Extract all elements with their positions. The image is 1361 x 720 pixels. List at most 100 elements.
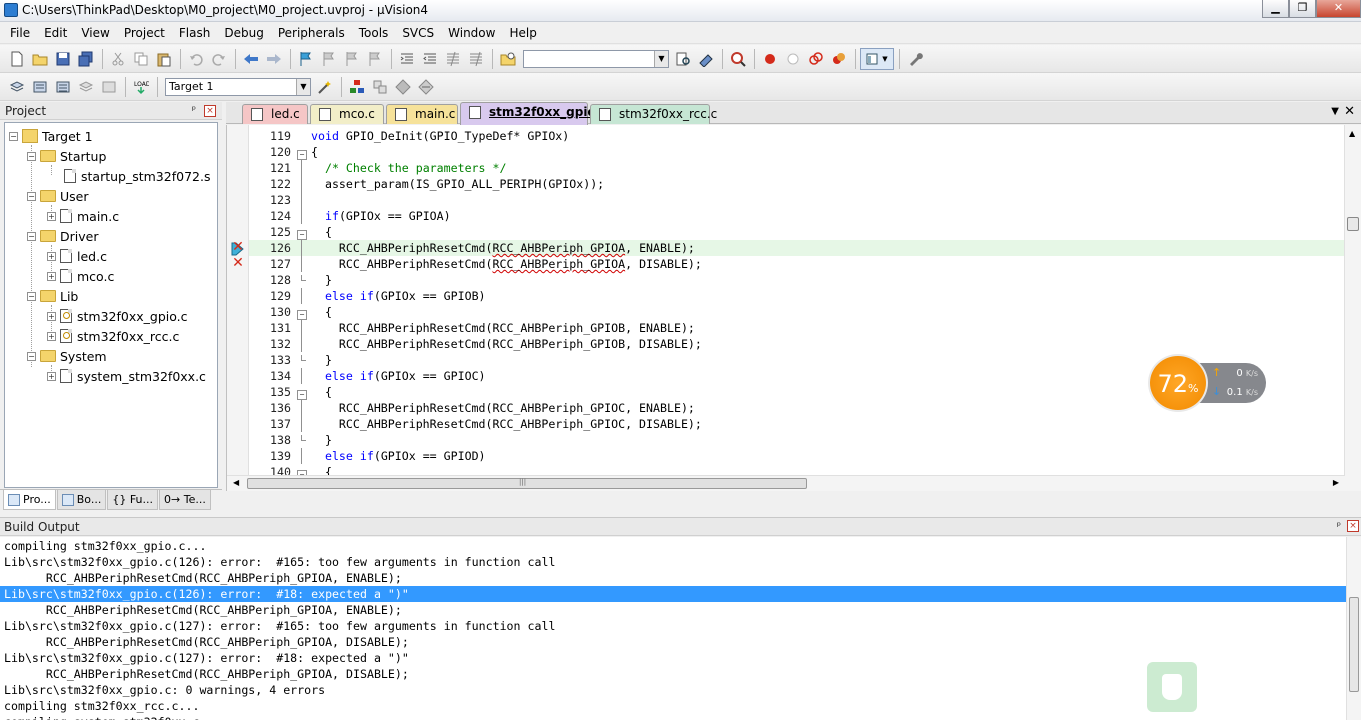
tree-group-user[interactable]: − User [27, 186, 89, 206]
fold-toggle-icon[interactable]: − [297, 310, 307, 320]
code-line[interactable]: 120−{ [249, 144, 1347, 160]
expand-icon[interactable]: + [47, 331, 56, 341]
undo-button[interactable] [185, 48, 207, 70]
menu-flash[interactable]: Flash [172, 23, 217, 43]
code-line[interactable]: 129 else if(GPIOx == GPIOB) [249, 288, 1347, 304]
usage-circle[interactable]: 72% [1148, 354, 1208, 412]
code-line[interactable]: 127 RCC_AHBPeriphResetCmd(RCC_AHBPeriph_… [249, 256, 1347, 272]
editor-horizontal-scrollbar[interactable]: ◀ ||| ▶ [227, 475, 1345, 491]
tab-stm32f0xx-gpio-c[interactable]: stm32f0xx_gpio.c [460, 102, 607, 125]
expand-icon[interactable]: + [47, 311, 56, 321]
tree-group-driver[interactable]: − Driver [27, 226, 98, 246]
tree-target[interactable]: − Target 1 [9, 126, 93, 146]
tab-functions[interactable]: {} Fu... [107, 490, 159, 510]
code-line[interactable]: 132 RCC_AHBPeriphResetCmd(RCC_AHBPeriph_… [249, 336, 1347, 352]
incremental-find-button[interactable] [672, 48, 694, 70]
tree-file-mco[interactable]: + mco.c [47, 266, 114, 286]
kill-all-breakpoints-button[interactable] [828, 48, 850, 70]
code-line[interactable]: 139 else if(GPIOx == GPIOD) [249, 448, 1347, 464]
collapse-icon[interactable]: − [27, 151, 36, 161]
tree-file-led[interactable]: + led.c [47, 246, 107, 266]
save-all-button[interactable] [75, 48, 97, 70]
network-speed-widget[interactable]: 72% ↑ 0 K/s ↓ 0.1 K/s [1148, 354, 1268, 412]
build-output-line[interactable]: Lib\src\stm32f0xx_gpio.c(127): error: #1… [0, 618, 1346, 634]
editor-vertical-scrollbar[interactable]: ▲ [1344, 125, 1361, 491]
close-icon[interactable]: × [1347, 520, 1359, 532]
code-line[interactable]: 128 } [249, 272, 1347, 288]
insert-breakpoint-button[interactable] [759, 48, 781, 70]
build-output-line[interactable]: Lib\src\stm32f0xx_gpio.c(126): error: #1… [0, 554, 1346, 570]
menu-help[interactable]: Help [502, 23, 543, 43]
close-window-button[interactable]: ✕ [1316, 0, 1361, 18]
scroll-up-icon[interactable]: ▲ [1349, 129, 1355, 138]
file-extensions-button[interactable] [369, 76, 391, 98]
tab-led-c[interactable]: led.c [242, 104, 308, 124]
close-tab-icon[interactable]: ✕ [1344, 104, 1355, 119]
build-output-line[interactable]: compiling stm32f0xx_gpio.c... [0, 538, 1346, 554]
tab-stm32f0xx-rcc-c[interactable]: stm32f0xx_rcc.c [590, 104, 717, 124]
navigate-back-button[interactable] [240, 48, 262, 70]
expand-icon[interactable]: + [47, 371, 56, 381]
tab-project[interactable]: Pro... [3, 490, 56, 510]
collapse-icon[interactable]: − [27, 351, 36, 361]
expand-icon[interactable]: + [47, 271, 56, 281]
find-replace-button[interactable] [695, 48, 717, 70]
expand-icon[interactable]: + [47, 251, 56, 261]
debug-session-button[interactable] [727, 48, 749, 70]
code-line[interactable]: 130− { [249, 304, 1347, 320]
build-output-scrollbar[interactable] [1346, 537, 1361, 720]
target-options-button[interactable] [314, 76, 336, 98]
find-in-files-button[interactable] [497, 48, 519, 70]
tree-file-main[interactable]: + main.c [47, 206, 119, 226]
rebuild-button[interactable] [52, 76, 74, 98]
scroll-thumb[interactable] [1349, 597, 1359, 692]
tab-templates[interactable]: 0→ Te... [159, 490, 211, 510]
code-line[interactable]: 138 } [249, 432, 1347, 448]
code-line[interactable]: 131 RCC_AHBPeriphResetCmd(RCC_AHBPeriph_… [249, 320, 1347, 336]
next-bookmark-button[interactable] [341, 48, 363, 70]
enable-breakpoint-button[interactable] [782, 48, 804, 70]
menu-file[interactable]: File [3, 23, 37, 43]
menu-edit[interactable]: Edit [37, 23, 74, 43]
paste-button[interactable] [153, 48, 175, 70]
redo-button[interactable] [208, 48, 230, 70]
build-output-line[interactable]: RCC_AHBPeriphResetCmd(RCC_AHBPeriph_GPIO… [0, 634, 1346, 650]
manage-components-button[interactable] [346, 76, 368, 98]
configure-button[interactable] [904, 48, 926, 70]
window-layout-button[interactable]: ▼ [860, 47, 894, 70]
tab-mco-c[interactable]: mco.c [310, 104, 384, 124]
minimize-button[interactable]: ▁ [1262, 0, 1289, 18]
chevron-down-icon[interactable]: ▼ [654, 50, 668, 67]
bookmark-button[interactable] [295, 48, 317, 70]
scroll-left-icon[interactable]: ◀ [233, 478, 239, 487]
select-packs-button[interactable] [392, 76, 414, 98]
collapse-icon[interactable]: − [27, 291, 36, 301]
maximize-button[interactable]: ❐ [1289, 0, 1316, 18]
pin-icon[interactable]: ᵖ [192, 102, 196, 120]
fold-toggle-icon[interactable]: − [297, 150, 307, 160]
code-line[interactable]: 137 RCC_AHBPeriphResetCmd(RCC_AHBPeriph_… [249, 416, 1347, 432]
scroll-thumb[interactable] [247, 478, 807, 489]
new-file-button[interactable] [6, 48, 28, 70]
scroll-right-icon[interactable]: ▶ [1333, 478, 1339, 487]
tree-file-system[interactable]: + system_stm32f0xx.c [47, 366, 206, 386]
stop-build-button[interactable] [98, 76, 120, 98]
build-output-line[interactable]: compiling system_stm32f0xx.c... [0, 714, 1346, 720]
save-button[interactable] [52, 48, 74, 70]
copy-button[interactable] [130, 48, 152, 70]
code-line[interactable]: 123 [249, 192, 1347, 208]
collapse-icon[interactable]: − [27, 231, 36, 241]
build-output-line[interactable]: RCC_AHBPeriphResetCmd(RCC_AHBPeriph_GPIO… [0, 602, 1346, 618]
unindent-button[interactable] [419, 48, 441, 70]
tree-file-gpio[interactable]: + stm32f0xx_gpio.c [47, 306, 188, 326]
tab-main-c[interactable]: main.c [386, 104, 458, 124]
comment-button[interactable] [442, 48, 464, 70]
tree-group-lib[interactable]: − Lib [27, 286, 78, 306]
menu-peripherals[interactable]: Peripherals [271, 23, 352, 43]
target-select[interactable]: Target 1 ▼ [165, 77, 311, 96]
build-output-line[interactable]: Lib\src\stm32f0xx_gpio.c(126): error: #1… [0, 586, 1346, 602]
collapse-icon[interactable]: − [27, 191, 36, 201]
tab-books[interactable]: Bo... [56, 490, 107, 510]
expand-icon[interactable]: + [47, 211, 56, 221]
translate-button[interactable] [6, 76, 28, 98]
